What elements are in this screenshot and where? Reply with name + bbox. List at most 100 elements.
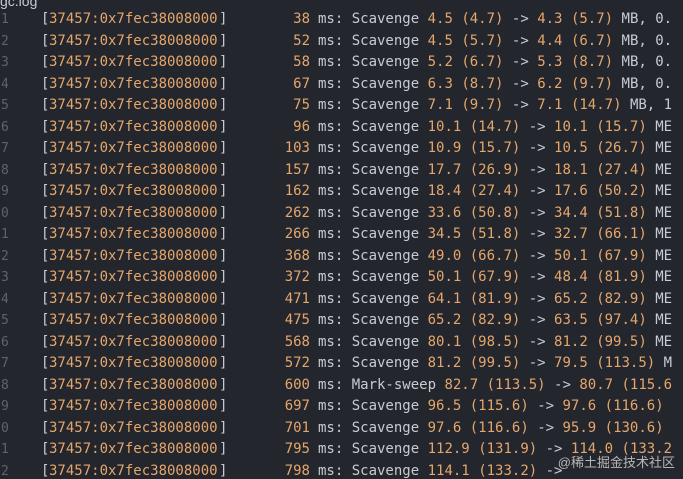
elapsed-ms: 697	[258, 396, 310, 418]
log-editor[interactable]: 1[37457:0x7fec38008000]38ms: Scavenge 4.…	[0, 9, 683, 479]
tail-text: MB, 1	[622, 97, 673, 113]
process-id: 37457:0x7fec38008000	[49, 461, 218, 479]
file-tab-label: gc.log	[0, 0, 37, 9]
line-number: 1	[1, 224, 9, 246]
gc-type: Mark-sweep	[352, 377, 436, 393]
heap-after: 80.7	[579, 377, 613, 393]
heap-after: 34.4	[554, 205, 588, 221]
heap-before: 81.2	[428, 355, 462, 371]
heap-before-total: (15.7)	[470, 140, 521, 156]
heap-before-total: (67.9)	[470, 269, 521, 285]
gc-type: Scavenge	[352, 334, 419, 350]
heap-before-total: (115.6)	[470, 398, 529, 414]
process-id: 37457:0x7fec38008000	[49, 95, 218, 117]
heap-after-total: (81.9)	[596, 269, 647, 285]
tail-text: ME	[647, 312, 672, 328]
heap-before: 34.5	[428, 226, 462, 242]
heap-before-total: (133.2)	[478, 463, 537, 479]
heap-after-total: (50.2)	[596, 183, 647, 199]
gc-type: Scavenge	[352, 398, 419, 414]
heap-before-total: (51.8)	[470, 226, 521, 242]
gc-type: Scavenge	[352, 33, 419, 49]
log-line: 7[37457:0x7fec38008000]103ms: Scavenge 1…	[0, 138, 683, 160]
log-bracket-close: ]	[219, 267, 227, 289]
log-bracket-close: ]	[219, 95, 227, 117]
line-number: 7	[1, 138, 9, 160]
elapsed-ms: 96	[258, 117, 310, 139]
heap-after-total: (15.7)	[596, 119, 647, 135]
elapsed-ms: 103	[258, 138, 310, 160]
log-bracket-close: ]	[219, 246, 227, 268]
gc-type: Scavenge	[352, 463, 419, 479]
elapsed-ms: 75	[258, 95, 310, 117]
line-number: 2	[1, 31, 9, 53]
heap-before: 112.9	[428, 441, 470, 457]
log-line: 3[37457:0x7fec38008000]372ms: Scavenge 5…	[0, 267, 683, 289]
process-id: 37457:0x7fec38008000	[49, 160, 218, 182]
heap-after-total: (82.9)	[596, 291, 647, 307]
heap-before: 10.1	[428, 119, 462, 135]
log-line: 7[37457:0x7fec38008000]572ms: Scavenge 8…	[0, 353, 683, 375]
line-number: 8	[1, 375, 9, 397]
log-line: 9[37457:0x7fec38008000]697ms: Scavenge 9…	[0, 396, 683, 418]
log-line: 0[37457:0x7fec38008000]262ms: Scavenge 3…	[0, 203, 683, 225]
heap-after-total: (5.7)	[571, 11, 613, 27]
process-id: 37457:0x7fec38008000	[49, 267, 218, 289]
heap-before-total: (26.9)	[470, 162, 521, 178]
process-id: 37457:0x7fec38008000	[49, 396, 218, 418]
log-bracket-close: ]	[219, 375, 227, 397]
log-bracket-close: ]	[219, 138, 227, 160]
heap-after-total: (116.6)	[605, 398, 664, 414]
log-bracket-close: ]	[219, 224, 227, 246]
process-id: 37457:0x7fec38008000	[49, 224, 218, 246]
heap-after-total: (26.7)	[596, 140, 647, 156]
line-number: 3	[1, 267, 9, 289]
tail-text: ME	[647, 291, 672, 307]
log-line: 5[37457:0x7fec38008000]75ms: Scavenge 7.…	[0, 95, 683, 117]
heap-before: 33.6	[428, 205, 462, 221]
log-bracket-close: ]	[219, 396, 227, 418]
heap-after: 97.6	[562, 398, 596, 414]
gc-event: ms: Scavenge 7.1 (9.7) -> 7.1 (14.7) MB,…	[318, 95, 672, 117]
log-line: 2[37457:0x7fec38008000]368ms: Scavenge 4…	[0, 246, 683, 268]
gc-type: Scavenge	[352, 291, 419, 307]
heap-after: 10.5	[554, 140, 588, 156]
elapsed-ms: 600	[258, 375, 310, 397]
tail-text: ME	[647, 248, 672, 264]
heap-after: 79.5	[554, 355, 588, 371]
process-id: 37457:0x7fec38008000	[49, 310, 218, 332]
process-id: 37457:0x7fec38008000	[49, 181, 218, 203]
process-id: 37457:0x7fec38008000	[49, 418, 218, 440]
heap-before: 4.5	[428, 11, 453, 27]
heap-after: 17.6	[554, 183, 588, 199]
gc-event: ms: Scavenge 17.7 (26.9) -> 18.1 (27.4) …	[318, 160, 672, 182]
gc-event: ms: Scavenge 64.1 (81.9) -> 65.2 (82.9) …	[318, 289, 672, 311]
heap-after-total: (6.7)	[571, 33, 613, 49]
tail-text: MB, 0.	[613, 33, 672, 49]
heap-before-total: (6.7)	[461, 54, 503, 70]
tail-text: MB, 0.	[613, 76, 672, 92]
gc-type: Scavenge	[352, 162, 419, 178]
heap-before-total: (82.9)	[470, 312, 521, 328]
line-number: 4	[1, 289, 9, 311]
line-number: 9	[1, 396, 9, 418]
gc-type: Scavenge	[352, 441, 419, 457]
heap-before: 114.1	[428, 463, 470, 479]
heap-before: 18.4	[428, 183, 462, 199]
gc-type: Scavenge	[352, 355, 419, 371]
log-bracket-close: ]	[219, 31, 227, 53]
log-line: 4[37457:0x7fec38008000]471ms: Scavenge 6…	[0, 289, 683, 311]
gc-event: ms: Scavenge 50.1 (67.9) -> 48.4 (81.9) …	[318, 267, 672, 289]
gc-event: ms: Scavenge 96.5 (115.6) -> 97.6 (116.6…	[318, 396, 664, 418]
line-number: 1	[1, 9, 9, 31]
heap-after: 50.1	[554, 248, 588, 264]
line-number: 4	[1, 74, 9, 96]
heap-before: 10.9	[428, 140, 462, 156]
heap-after: 81.2	[554, 334, 588, 350]
gc-event: ms: Scavenge 18.4 (27.4) -> 17.6 (50.2) …	[318, 181, 672, 203]
heap-after-total: (66.1)	[596, 226, 647, 242]
line-number: 8	[1, 160, 9, 182]
gc-type: Scavenge	[352, 205, 419, 221]
heap-before: 64.1	[428, 291, 462, 307]
line-number: 2	[1, 246, 9, 268]
